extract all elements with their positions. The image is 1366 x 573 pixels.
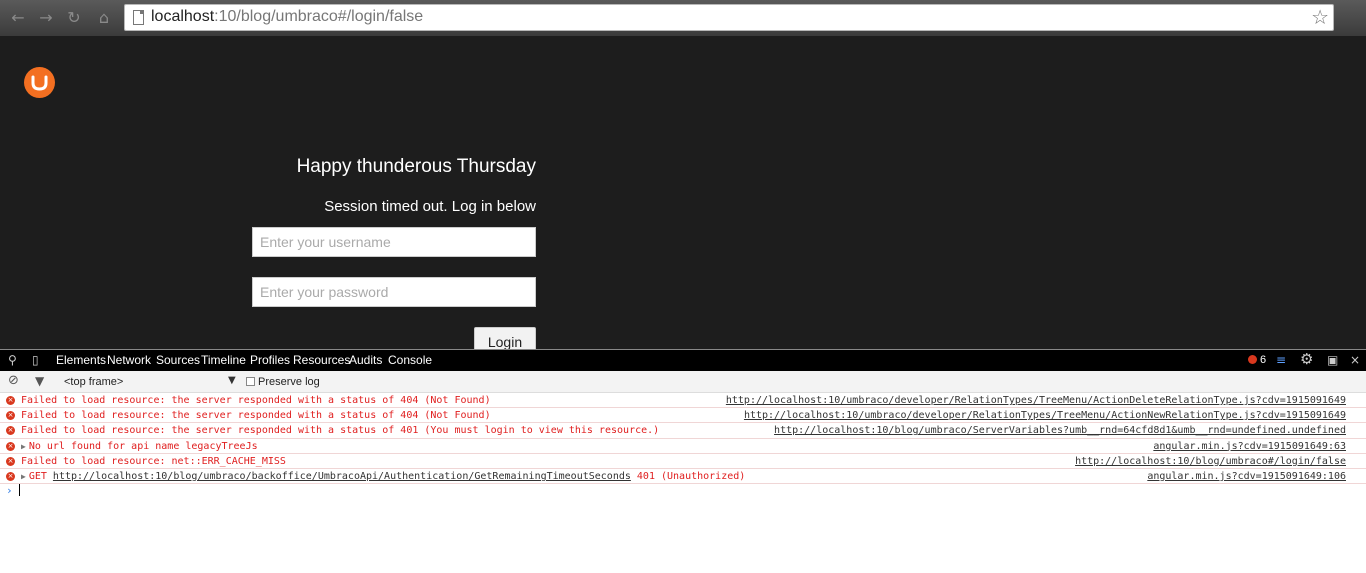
error-icon: × bbox=[6, 426, 15, 436]
preserve-log-label: Preserve log bbox=[258, 376, 320, 388]
message-text: ▶ No url found for api name legacyTreeJs bbox=[21, 439, 258, 454]
error-icon: × bbox=[6, 411, 15, 421]
url-host: localhost bbox=[151, 8, 215, 25]
message-text: Failed to load resource: the server resp… bbox=[21, 410, 491, 422]
message-source-link[interactable]: http://localhost:10/umbraco/developer/Re… bbox=[744, 408, 1346, 423]
clear-console-icon[interactable]: ⊘ bbox=[8, 374, 19, 388]
home-icon[interactable]: ⌂ bbox=[94, 8, 114, 28]
devtools-panel: ⚲ ▯ Elements Network Sources Timeline Pr… bbox=[0, 349, 1366, 573]
dock-icon[interactable]: ▣ bbox=[1327, 353, 1338, 367]
tab-sources[interactable]: Sources bbox=[156, 353, 200, 367]
tab-audits[interactable]: Audits bbox=[349, 353, 382, 367]
address-url[interactable]: localhost:10/blog/umbraco#/login/false bbox=[151, 8, 423, 26]
console-messages: × Failed to load resource: the server re… bbox=[0, 393, 1366, 500]
preserve-log-checkbox[interactable]: Preserve log bbox=[246, 376, 320, 388]
message-source-link[interactable]: angular.min.js?cdv=1915091649:63 bbox=[1153, 439, 1346, 454]
tab-elements[interactable]: Elements bbox=[56, 353, 106, 367]
password-input[interactable] bbox=[252, 277, 536, 307]
session-message: Session timed out. Log in below bbox=[324, 198, 536, 215]
back-icon[interactable]: ← bbox=[8, 8, 28, 28]
drawer-icon[interactable]: ≡ bbox=[1276, 353, 1286, 367]
url-path: :10/blog/umbraco#/login/false bbox=[214, 8, 424, 25]
settings-gear-icon[interactable]: ⚙ bbox=[1300, 352, 1313, 367]
frame-select[interactable]: <top frame> bbox=[64, 376, 123, 388]
message-status: 401 (Unauthorized) bbox=[630, 470, 746, 482]
message-source-link[interactable]: angular.min.js?cdv=1915091649:106 bbox=[1147, 469, 1346, 484]
username-input[interactable] bbox=[252, 227, 536, 257]
greeting-heading: Happy thunderous Thursday bbox=[296, 156, 536, 177]
console-message: × ▶ GET http://localhost:10/blog/umbraco/… bbox=[0, 468, 1366, 485]
console-prompt[interactable]: › bbox=[0, 484, 1366, 500]
error-icon: × bbox=[6, 441, 15, 451]
reload-icon[interactable]: ↻ bbox=[64, 8, 84, 28]
message-request-link[interactable]: http://localhost:10/blog/umbraco/backoff… bbox=[53, 471, 631, 482]
tab-profiles[interactable]: Profiles bbox=[250, 353, 290, 367]
error-count: 6 bbox=[1260, 354, 1267, 366]
tab-network[interactable]: Network bbox=[107, 353, 151, 367]
umbraco-logo bbox=[24, 67, 55, 98]
login-button[interactable]: Login bbox=[474, 327, 536, 349]
expand-triangle-icon[interactable]: ▶ bbox=[21, 442, 26, 451]
close-icon[interactable]: × bbox=[1350, 353, 1360, 367]
error-icon: × bbox=[6, 471, 15, 481]
tab-console[interactable]: Console bbox=[388, 353, 432, 367]
error-icon bbox=[1248, 355, 1257, 364]
console-message: × Failed to load resource: the server re… bbox=[0, 423, 1366, 439]
page-icon bbox=[133, 10, 144, 25]
message-source-link[interactable]: http://localhost:10/blog/umbraco#/login/… bbox=[1075, 454, 1346, 469]
message-text: ▶ GET http://localhost:10/blog/umbraco/ba… bbox=[21, 469, 745, 484]
bookmark-star-icon[interactable]: ☆ bbox=[1311, 6, 1329, 28]
console-toolbar: ⊘ ▼ <top frame> ▼ Preserve log bbox=[0, 371, 1366, 393]
message-method: GET bbox=[28, 470, 53, 482]
device-mode-icon[interactable]: ▯ bbox=[32, 353, 39, 367]
login-page: Happy thunderous Thursday Session timed … bbox=[0, 36, 1366, 349]
address-bar[interactable]: localhost:10/blog/umbraco#/login/false ☆ bbox=[124, 4, 1334, 31]
error-icon: × bbox=[6, 456, 15, 466]
message-source-link[interactable]: http://localhost:10/blog/umbraco/ServerV… bbox=[774, 423, 1346, 438]
message-text: Failed to load resource: the server resp… bbox=[21, 395, 491, 406]
message-text: Failed to load resource: net::ERR_CACHE_… bbox=[21, 455, 286, 467]
prompt-chevron-icon: › bbox=[6, 484, 13, 498]
text-caret bbox=[18, 484, 20, 497]
devtools-tabbar: ⚲ ▯ Elements Network Sources Timeline Pr… bbox=[0, 350, 1366, 371]
tab-resources[interactable]: Resources bbox=[293, 353, 350, 367]
error-icon: × bbox=[6, 396, 15, 405]
browser-toolbar: ← → ↻ ⌂ localhost:10/blog/umbraco#/login… bbox=[0, 0, 1366, 36]
console-message: × Failed to load resource: the server re… bbox=[0, 408, 1366, 424]
console-message: × Failed to load resource: the server re… bbox=[0, 393, 1366, 409]
message-source-link[interactable]: http://localhost:10/umbraco/developer/Re… bbox=[726, 393, 1346, 408]
forward-icon[interactable]: → bbox=[36, 8, 56, 28]
console-message: × Failed to load resource: net::ERR_CACH… bbox=[0, 453, 1366, 469]
checkbox-box[interactable] bbox=[246, 377, 255, 386]
message-body: No url found for api name legacyTreeJs bbox=[28, 440, 258, 452]
message-text: Failed to load resource: the server resp… bbox=[21, 425, 660, 437]
console-message: × ▶ No url found for api name legacyTreeJ… bbox=[0, 438, 1366, 454]
tab-timeline[interactable]: Timeline bbox=[201, 353, 246, 367]
filter-icon[interactable]: ▼ bbox=[35, 374, 44, 388]
search-icon[interactable]: ⚲ bbox=[8, 353, 17, 367]
error-count-badge[interactable]: 6 bbox=[1248, 354, 1266, 366]
expand-triangle-icon[interactable]: ▶ bbox=[21, 472, 26, 481]
chevron-down-icon[interactable]: ▼ bbox=[228, 375, 236, 386]
